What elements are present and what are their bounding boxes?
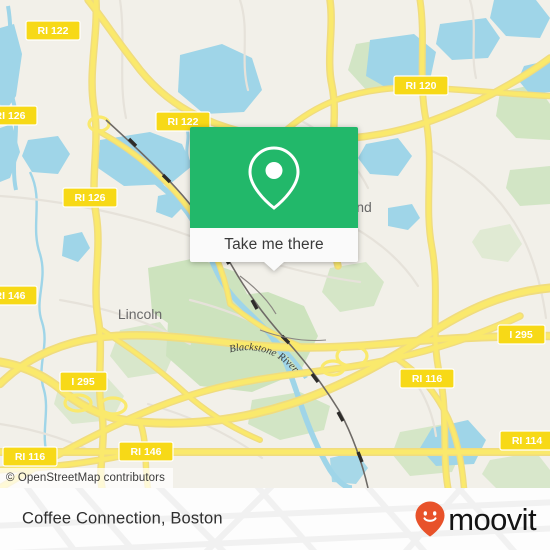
bottom-info-bar: Coffee Connection, Boston moovit: [0, 488, 550, 550]
take-me-there-label: Take me there: [224, 236, 324, 253]
svg-text:RI 122: RI 122: [38, 25, 69, 37]
moovit-smiley-pin-icon: [415, 501, 445, 537]
road-shield: RI 116: [2, 446, 58, 467]
place-label-partial: nd: [356, 199, 372, 215]
svg-text:I 295: I 295: [71, 376, 95, 388]
road-shield: RI 120: [393, 75, 449, 96]
road-shield: RI 122: [25, 20, 81, 41]
osm-attribution-text: © OpenStreetMap contributors: [6, 472, 165, 484]
svg-text:RI 120: RI 120: [406, 80, 437, 92]
svg-text:RI 116: RI 116: [412, 373, 443, 385]
road-shield: RI 146: [118, 441, 174, 462]
road-shield: RI 114: [499, 430, 550, 451]
osm-attribution[interactable]: © OpenStreetMap contributors: [0, 468, 173, 488]
road-shield: RI 146: [0, 285, 38, 306]
place-title: Coffee Connection, Boston: [22, 509, 223, 528]
road-shield: I 295: [59, 371, 108, 392]
map-pin-icon: [248, 145, 300, 210]
place-label-lincoln: Lincoln: [118, 306, 162, 322]
svg-text:RI 146: RI 146: [0, 290, 26, 302]
moovit-brand: moovit: [414, 500, 537, 538]
svg-text:RI 126: RI 126: [0, 110, 26, 122]
map-popup-card[interactable]: Take me there: [190, 127, 358, 271]
svg-text:RI 146: RI 146: [131, 446, 162, 458]
svg-text:I 295: I 295: [509, 329, 533, 341]
svg-text:RI 126: RI 126: [75, 192, 106, 204]
svg-text:RI 114: RI 114: [512, 435, 543, 447]
road-shield: RI 126: [0, 105, 38, 126]
road-shield: RI 116: [399, 368, 455, 389]
popup-header: [190, 127, 358, 228]
moovit-map-screenshot: Blackstone River Lincoln nd RI 122 RI 12…: [0, 0, 550, 550]
svg-text:RI 116: RI 116: [15, 451, 46, 463]
popup-pointer: [264, 262, 284, 271]
popup-footer[interactable]: Take me there: [190, 228, 358, 271]
road-shield: RI 126: [62, 187, 118, 208]
moovit-wordmark: moovit: [448, 501, 536, 537]
road-shield: I 295: [497, 324, 546, 345]
